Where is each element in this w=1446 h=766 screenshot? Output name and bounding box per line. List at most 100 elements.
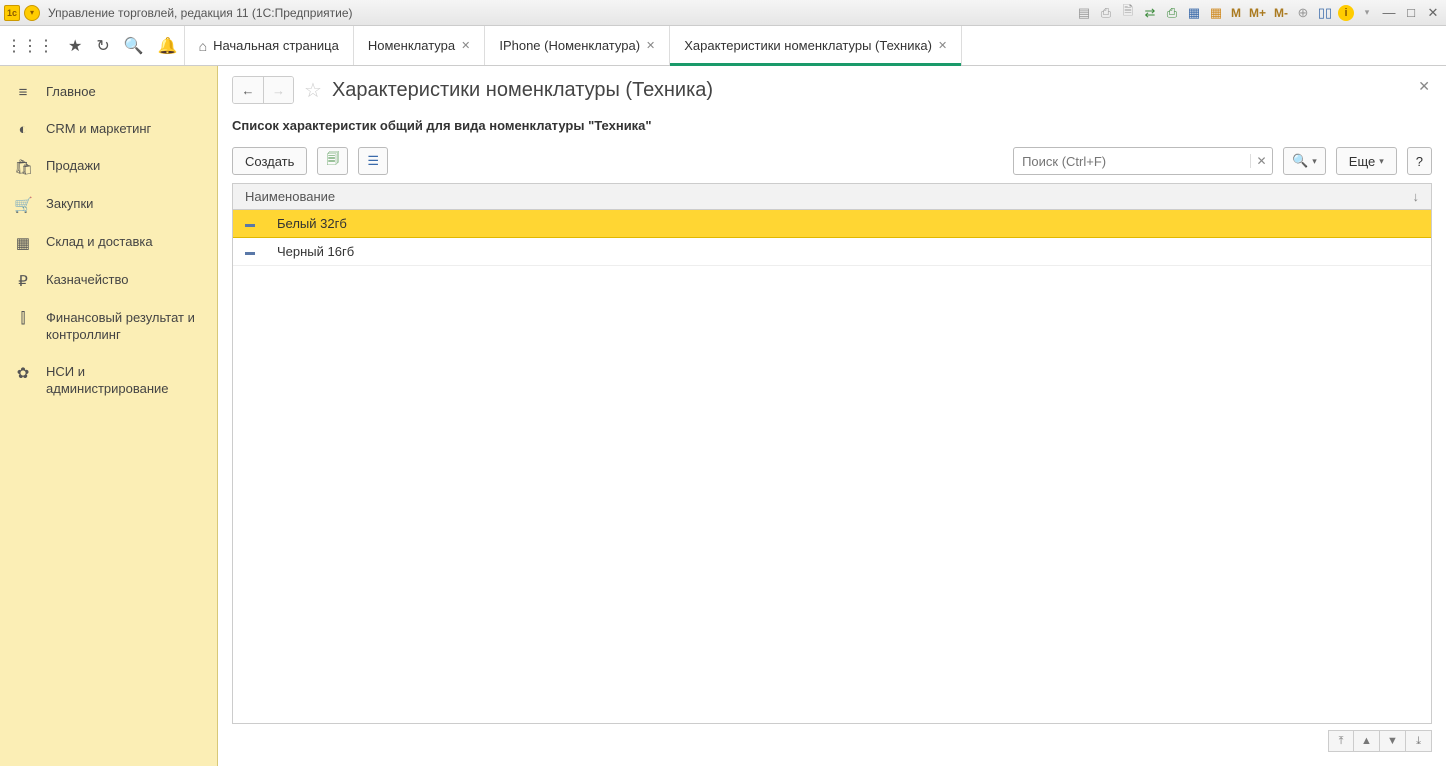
tab-close-icon[interactable]: ✕ xyxy=(646,39,655,52)
apps-grid-icon[interactable]: ⋮⋮⋮ xyxy=(6,36,54,56)
zoom-icon[interactable]: ⊕ xyxy=(1294,4,1312,22)
calendar-icon[interactable]: ▦ xyxy=(1207,4,1225,22)
sidebar-item-label: Склад и доставка xyxy=(46,234,153,251)
m-minus-button[interactable]: M- xyxy=(1272,4,1290,22)
table-body: Белый 32гб Черный 16гб xyxy=(233,210,1431,723)
sidebar-item[interactable]: ⫿Финансовый результат и контроллинг xyxy=(0,300,217,354)
content-area: ✕ ← → ☆ Характеристики номенклатуры (Тех… xyxy=(218,66,1446,766)
print-icon[interactable]: ⎙ xyxy=(1097,4,1115,22)
copy-button[interactable]: 🗐 xyxy=(317,147,348,175)
tab[interactable]: Номенклатура ✕ xyxy=(354,26,485,65)
sidebar-item-label: Главное xyxy=(46,84,96,101)
table-row[interactable]: Белый 32гб xyxy=(233,210,1431,238)
sidebar-item[interactable]: ✿НСИ и администрирование xyxy=(0,354,217,408)
row-item-icon xyxy=(245,218,269,230)
page-subtitle: Список характеристик общий для вида номе… xyxy=(232,118,1432,133)
create-button[interactable]: Создать xyxy=(232,147,307,175)
sidebar-item-icon: ▦ xyxy=(14,234,32,252)
forward-button[interactable]: → xyxy=(263,77,293,103)
table: Наименование ↓ Белый 32гб Черный 16гб xyxy=(232,183,1432,724)
sidebar-item-label: Казначейство xyxy=(46,272,128,289)
history-icon[interactable]: ↻ xyxy=(96,36,109,56)
search-input[interactable] xyxy=(1014,154,1250,169)
clear-search-button[interactable]: ✕ xyxy=(1250,154,1272,168)
more-button-label: Еще xyxy=(1349,154,1375,169)
scroll-down-button[interactable]: ▼ xyxy=(1380,730,1406,752)
calculator-icon[interactable]: ▦ xyxy=(1185,4,1203,22)
sidebar-item-icon: 🛒 xyxy=(14,196,32,214)
m-plus-button[interactable]: M+ xyxy=(1247,4,1268,22)
info-caret-icon[interactable]: ▾ xyxy=(1358,4,1376,22)
create-button-label: Создать xyxy=(245,154,294,169)
document-icon[interactable]: 🗎 xyxy=(1119,4,1137,22)
tab-close-icon[interactable]: ✕ xyxy=(938,39,947,52)
favorite-page-icon[interactable]: ☆ xyxy=(304,78,322,103)
scroll-top-button[interactable]: ⤒ xyxy=(1328,730,1354,752)
home-icon: ⌂ xyxy=(199,38,207,54)
print2-icon[interactable]: ⎙ xyxy=(1163,4,1181,22)
scroll-up-button[interactable]: ▲ xyxy=(1354,730,1380,752)
sidebar-item-label: Закупки xyxy=(46,196,93,213)
sidebar: ≡ Главное ◐ CRM и маркетинг 🛍 Продажи 🛒 Закупки… xyxy=(0,66,218,766)
sidebar-item[interactable]: ◐ CRM и маркетинг xyxy=(0,111,217,148)
tab-close-icon[interactable]: ✕ xyxy=(461,39,470,52)
sidebar-item[interactable]: ₽ Казначейство xyxy=(0,262,217,300)
scroll-bottom-button[interactable]: ⤓ xyxy=(1406,730,1432,752)
list-button[interactable]: ☰ xyxy=(358,147,388,175)
sidebar-item-icon: ₽ xyxy=(14,272,32,290)
sidebar-item[interactable]: 🛍 Продажи xyxy=(0,148,217,186)
close-window-button[interactable]: ✕ xyxy=(1424,4,1442,22)
nav-back-forward: ← → xyxy=(232,76,294,104)
nav-icons: ⋮⋮⋮ ★ ↻ 🔍 🔔 xyxy=(0,26,185,65)
notifications-icon[interactable]: 🔔 xyxy=(158,36,178,56)
tabs: ⌂Начальная страницаНоменклатура✕IPhone (… xyxy=(185,26,963,65)
search-icon[interactable]: 🔍 xyxy=(124,36,144,56)
page-title: Характеристики номенклатуры (Техника) xyxy=(332,79,713,102)
table-header[interactable]: Наименование ↓ xyxy=(233,184,1431,210)
search-box: ✕ xyxy=(1013,147,1273,175)
app-logo-icon: 1c xyxy=(4,5,20,21)
tab-label: Начальная страница xyxy=(213,38,339,53)
app-menu-dropdown[interactable]: ▾ xyxy=(24,5,40,21)
sidebar-item[interactable]: 🛒 Закупки xyxy=(0,186,217,224)
sort-indicator-icon: ↓ xyxy=(1413,189,1420,204)
sidebar-item-label: НСИ и администрирование xyxy=(46,364,203,398)
sidebar-item[interactable]: ≡ Главное xyxy=(0,74,217,111)
table-nav-footer: ⤒ ▲ ▼ ⤓ xyxy=(232,730,1432,752)
panels-icon[interactable]: ▯▯ xyxy=(1316,4,1334,22)
sidebar-item-icon: ⫿ xyxy=(14,310,32,327)
tab[interactable]: Характеристики номенклатуры (Техника) ✕ xyxy=(670,26,962,65)
favorite-icon[interactable]: ★ xyxy=(68,36,82,56)
sidebar-item-label: Продажи xyxy=(46,158,100,175)
sidebar-item-label: CRM и маркетинг xyxy=(46,121,151,138)
row-item-icon xyxy=(245,246,269,258)
tab-bar: ⋮⋮⋮ ★ ↻ 🔍 🔔 ⌂ Начальная страница Номенклат… xyxy=(0,26,1446,66)
compare-icon[interactable]: ⇄ xyxy=(1141,4,1159,22)
window-titlebar: 1c ▾ Управление торговлей, редакция 11 (… xyxy=(0,0,1446,26)
help-button-label: ? xyxy=(1416,154,1423,169)
minimize-button[interactable]: — xyxy=(1380,4,1398,22)
tab[interactable]: ⌂ Начальная страница xyxy=(185,26,354,65)
table-row[interactable]: Черный 16гб xyxy=(233,238,1431,266)
tab[interactable]: IPhone (Номенклатура)✕ xyxy=(485,26,670,65)
page-header: ← → ☆ Характеристики номенклатуры (Техни… xyxy=(232,76,1432,104)
toolbar: Создать 🗐 ☰ ✕ 🔍▾ Еще ▾ ? xyxy=(232,147,1432,175)
tab-label: Характеристики номенклатуры (Техника) xyxy=(684,38,932,53)
column-name-header: Наименование xyxy=(245,189,1413,204)
sidebar-item-icon: 🛍 xyxy=(14,158,32,176)
tool-icon-1[interactable]: ▤ xyxy=(1075,4,1093,22)
close-page-button[interactable]: ✕ xyxy=(1418,78,1430,95)
back-button[interactable]: ← xyxy=(233,77,263,103)
info-icon[interactable]: i xyxy=(1338,5,1354,21)
sidebar-item[interactable]: ▦ Склад и доставка xyxy=(0,224,217,262)
row-name-cell: Белый 32гб xyxy=(269,216,1419,231)
sidebar-item-icon: ≡ xyxy=(14,84,32,101)
window-title: Управление торговлей, редакция 11 (1С:Пр… xyxy=(48,6,1075,20)
m-button[interactable]: M xyxy=(1229,4,1243,22)
tab-label: Номенклатура xyxy=(368,38,455,53)
more-button[interactable]: Еще ▾ xyxy=(1336,147,1397,175)
help-button[interactable]: ? xyxy=(1407,147,1432,175)
sidebar-item-icon: ◐ xyxy=(14,121,32,138)
search-menu-button[interactable]: 🔍▾ xyxy=(1283,147,1326,175)
maximize-button[interactable]: □ xyxy=(1402,4,1420,22)
